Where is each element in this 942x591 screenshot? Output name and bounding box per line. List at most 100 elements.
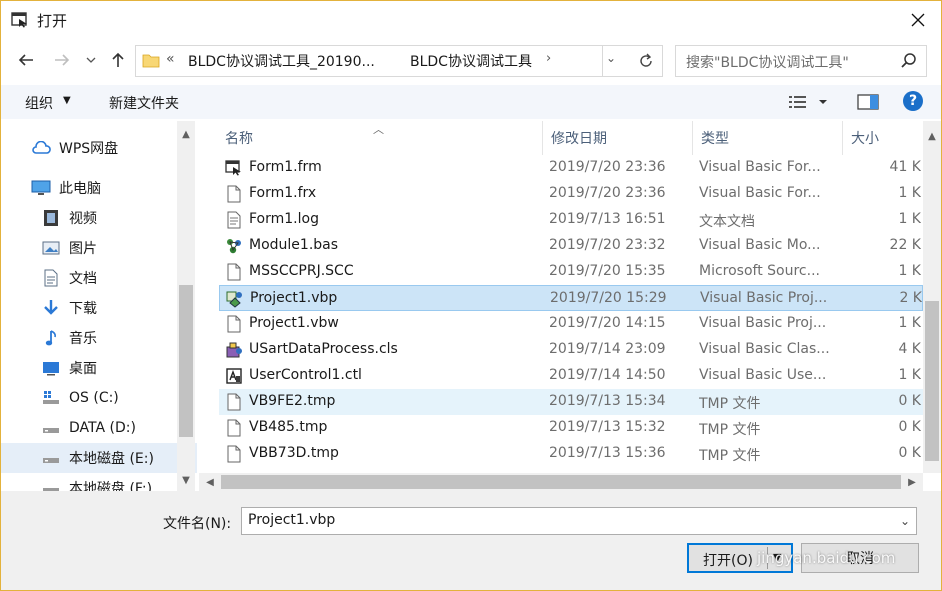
- forward-button[interactable]: [49, 47, 75, 73]
- file-type: Visual Basic Proj...: [699, 315, 827, 331]
- view-options-icon[interactable]: [787, 93, 827, 111]
- nav-item-label: 此电脑: [59, 181, 101, 197]
- open-button-label: 打开(O): [703, 553, 753, 569]
- preview-pane-icon[interactable]: [857, 93, 879, 111]
- search-icon[interactable]: [900, 52, 918, 70]
- nav-item-data-d[interactable]: DATA (D:): [1, 413, 197, 443]
- file-list-vertical-scrollbar[interactable]: ▲: [923, 121, 941, 473]
- nav-item-pictures[interactable]: 图片: [1, 233, 197, 263]
- vb-class-icon: [226, 342, 242, 358]
- nav-item-local-f[interactable]: 本地磁盘 (F:): [1, 473, 197, 491]
- file-icon: [227, 393, 241, 411]
- scroll-left-icon[interactable]: ◀: [201, 473, 219, 491]
- caret-down-icon[interactable]: ▼: [63, 95, 71, 106]
- file-type: Microsoft Sourc...: [699, 263, 820, 279]
- nav-item-os-c[interactable]: OS (C:): [1, 383, 197, 413]
- documents-icon: [41, 269, 61, 287]
- file-type: TMP 文件: [699, 448, 761, 464]
- nav-item-videos[interactable]: 视频: [1, 203, 197, 233]
- nav-item-documents[interactable]: 文档: [1, 263, 197, 293]
- arrow-up-icon: [112, 52, 124, 67]
- scroll-down-icon[interactable]: ▼: [177, 471, 195, 489]
- nav-scrollbar[interactable]: ▲ ▼: [177, 121, 195, 491]
- file-type: Visual Basic Use...: [699, 367, 827, 383]
- address-bar[interactable]: « BLDC协议调试工具_20190... › BLDC协议调试工具 › ⌄: [135, 45, 663, 77]
- breadcrumb-segment[interactable]: BLDC协议调试工具_20190...: [188, 51, 375, 71]
- nav-item-local-e[interactable]: 本地磁盘 (E:): [1, 443, 197, 473]
- file-type: Visual Basic For...: [699, 159, 821, 175]
- file-type: Visual Basic Proj...: [700, 290, 828, 306]
- vb-project-icon: [226, 291, 242, 308]
- file-row[interactable]: USartDataProcess.cls 2019/7/14 23:09 Vis…: [219, 337, 923, 363]
- file-row[interactable]: Form1.frx 2019/7/20 23:36 Visual Basic F…: [219, 181, 923, 207]
- organize-button[interactable]: 组织: [25, 93, 53, 113]
- file-row[interactable]: Form1.log 2019/7/13 16:51 文本文档 1 K: [219, 207, 923, 233]
- chevron-down-icon[interactable]: ⌄: [900, 514, 910, 528]
- pictures-icon: [41, 239, 61, 257]
- nav-item-label: 图片: [69, 241, 97, 257]
- nav-scrollbar-thumb[interactable]: [179, 285, 193, 437]
- file-list-horizontal-scrollbar[interactable]: ◀ ▶: [199, 473, 923, 491]
- nav-item-desktop[interactable]: 桌面: [1, 353, 197, 383]
- scroll-up-icon[interactable]: ▲: [177, 125, 195, 143]
- file-row[interactable]: Form1.frm 2019/7/20 23:36 Visual Basic F…: [219, 155, 923, 181]
- filename-input[interactable]: Project1.vbp ⌄: [241, 507, 917, 535]
- horizontal-scrollbar-thumb[interactable]: [221, 475, 901, 489]
- help-icon[interactable]: ?: [903, 91, 923, 111]
- file-size: 1 K: [898, 263, 921, 279]
- vb-module-icon: [227, 239, 241, 254]
- refresh-button[interactable]: [634, 50, 658, 72]
- chevron-down-icon: [86, 57, 96, 63]
- file-type: Visual Basic Clas...: [699, 341, 830, 357]
- nav-item-downloads[interactable]: 下载: [1, 293, 197, 323]
- search-input[interactable]: 搜索"BLDC协议调试工具": [686, 52, 849, 72]
- file-name: USartDataProcess.cls: [249, 341, 398, 357]
- chevron-down-icon[interactable]: ⌄: [606, 51, 616, 65]
- music-icon: [41, 329, 61, 347]
- new-folder-button[interactable]: 新建文件夹: [109, 93, 179, 113]
- file-name: MSSCCPRJ.SCC: [249, 263, 354, 279]
- file-row[interactable]: MSSCCPRJ.SCC 2019/7/20 15:35 Microsoft S…: [219, 259, 923, 285]
- column-header-date[interactable]: 修改日期: [543, 121, 693, 155]
- file-name: Form1.frx: [249, 185, 317, 201]
- back-button[interactable]: [13, 47, 39, 73]
- file-name: VBB73D.tmp: [249, 445, 339, 461]
- chevron-right-icon[interactable]: ›: [546, 51, 551, 66]
- nav-item-music[interactable]: 音乐: [1, 323, 197, 353]
- vb-form-icon: [11, 12, 27, 28]
- file-row[interactable]: Project1.vbw 2019/7/20 14:15 Visual Basi…: [219, 311, 923, 337]
- vertical-scrollbar-thumb[interactable]: [925, 301, 939, 461]
- nav-item-label: DATA (D:): [69, 420, 136, 436]
- column-header-name[interactable]: 名称: [217, 121, 543, 155]
- column-header-type[interactable]: 类型: [693, 121, 843, 155]
- file-row-hover[interactable]: VB9FE2.tmp 2019/7/13 15:34 TMP 文件 0 K: [219, 389, 923, 415]
- computer-icon: [31, 179, 51, 197]
- file-size: 2 K: [899, 290, 922, 306]
- recent-locations-button[interactable]: [81, 47, 101, 73]
- breadcrumb-segment-current[interactable]: BLDC协议调试工具: [410, 51, 532, 71]
- file-row[interactable]: VBB73D.tmp 2019/7/13 15:36 TMP 文件 0 K: [219, 441, 923, 467]
- file-date: 2019/7/20 23:36: [549, 185, 666, 201]
- column-header-size[interactable]: 大小: [843, 121, 923, 155]
- file-name: VB485.tmp: [249, 419, 328, 435]
- nav-item-this-pc[interactable]: 此电脑: [1, 173, 197, 203]
- file-row[interactable]: VB485.tmp 2019/7/13 15:32 TMP 文件 0 K: [219, 415, 923, 441]
- drive-icon: [41, 419, 61, 437]
- dialog-footer: 文件名(N): Project1.vbp ⌄ 打开(O) ▼ 取消 jingya…: [1, 491, 941, 590]
- file-row[interactable]: Module1.bas 2019/7/20 23:32 Visual Basic…: [219, 233, 923, 259]
- scroll-right-icon[interactable]: ▶: [903, 473, 921, 491]
- nav-item-wps-cloud[interactable]: WPS网盘: [1, 133, 197, 163]
- arrow-left-icon: [18, 54, 33, 66]
- folder-icon: [142, 54, 160, 68]
- overflow-chevron[interactable]: «: [166, 51, 175, 67]
- scroll-up-icon[interactable]: ▲: [923, 127, 941, 145]
- file-type: Visual Basic Mo...: [699, 237, 821, 253]
- close-button[interactable]: [895, 1, 941, 39]
- file-row-selected[interactable]: Project1.vbp 2019/7/20 15:29 Visual Basi…: [219, 285, 923, 311]
- file-row[interactable]: UserControl1.ctl 2019/7/14 14:50 Visual …: [219, 363, 923, 389]
- up-button[interactable]: [105, 47, 131, 73]
- search-box[interactable]: 搜索"BLDC协议调试工具": [675, 45, 927, 77]
- nav-item-label: OS (C:): [69, 390, 119, 406]
- file-name: Project1.vbp: [250, 290, 338, 306]
- nav-item-label: 视频: [69, 211, 97, 227]
